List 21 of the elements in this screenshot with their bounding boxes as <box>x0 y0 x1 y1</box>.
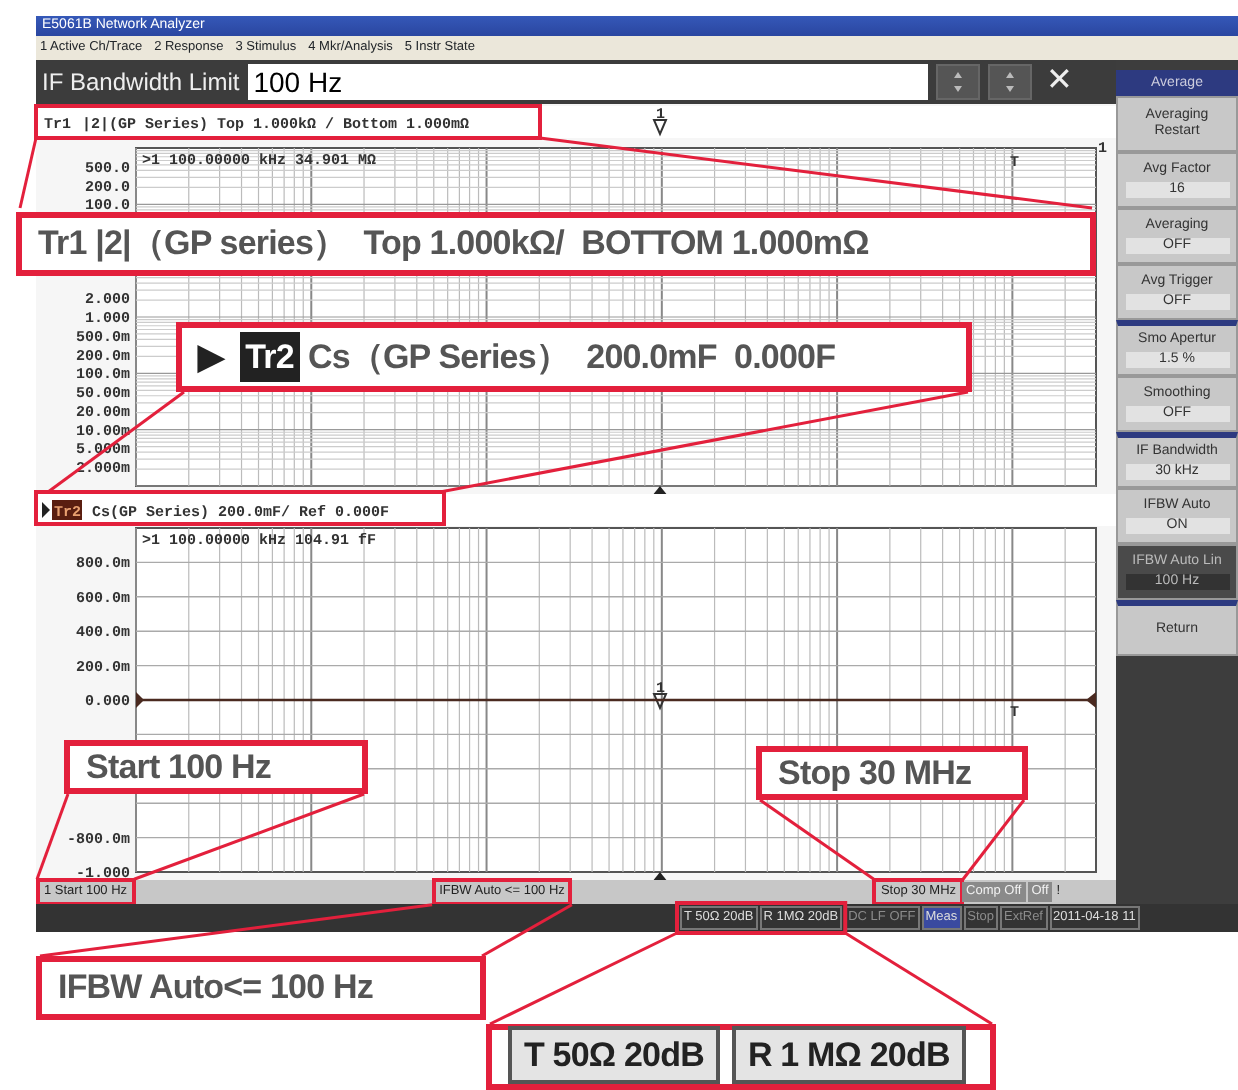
arrow-icon <box>951 70 964 94</box>
input-field[interactable]: 100 Hz <box>247 64 928 100</box>
callout-chip: R 1 MΩ 20dB <box>731 1025 966 1084</box>
pointer-icon: ▶ <box>198 331 224 383</box>
reference-icon <box>136 692 144 708</box>
spin-button[interactable] <box>935 64 980 100</box>
trace-badge: Tr2 <box>239 331 300 383</box>
callout: IFBW Auto<= 100 Hz <box>36 956 486 1020</box>
arrow-icon <box>1003 70 1016 94</box>
marker-icon <box>652 119 668 137</box>
close-button[interactable]: ✕ <box>1039 64 1080 100</box>
callout-chip: T 50Ω 20dB <box>508 1025 720 1084</box>
callout: Start 100 Hz <box>64 740 368 794</box>
spin-button[interactable] <box>987 64 1032 100</box>
entry-label: IF Bandwidth Limit <box>42 66 240 100</box>
callout-text: Cs（GP Series） 200.0mF 0.000F <box>307 335 836 380</box>
marker-icon <box>652 693 668 711</box>
callout: Tr1 |2|（GP series） Top 1.000kΩ/ BOTTOM 1.000mΩ <box>16 212 1096 276</box>
reference-icon <box>1086 692 1096 708</box>
pointer-icon <box>42 502 50 518</box>
callout: Stop 30 MHz <box>756 746 1028 800</box>
